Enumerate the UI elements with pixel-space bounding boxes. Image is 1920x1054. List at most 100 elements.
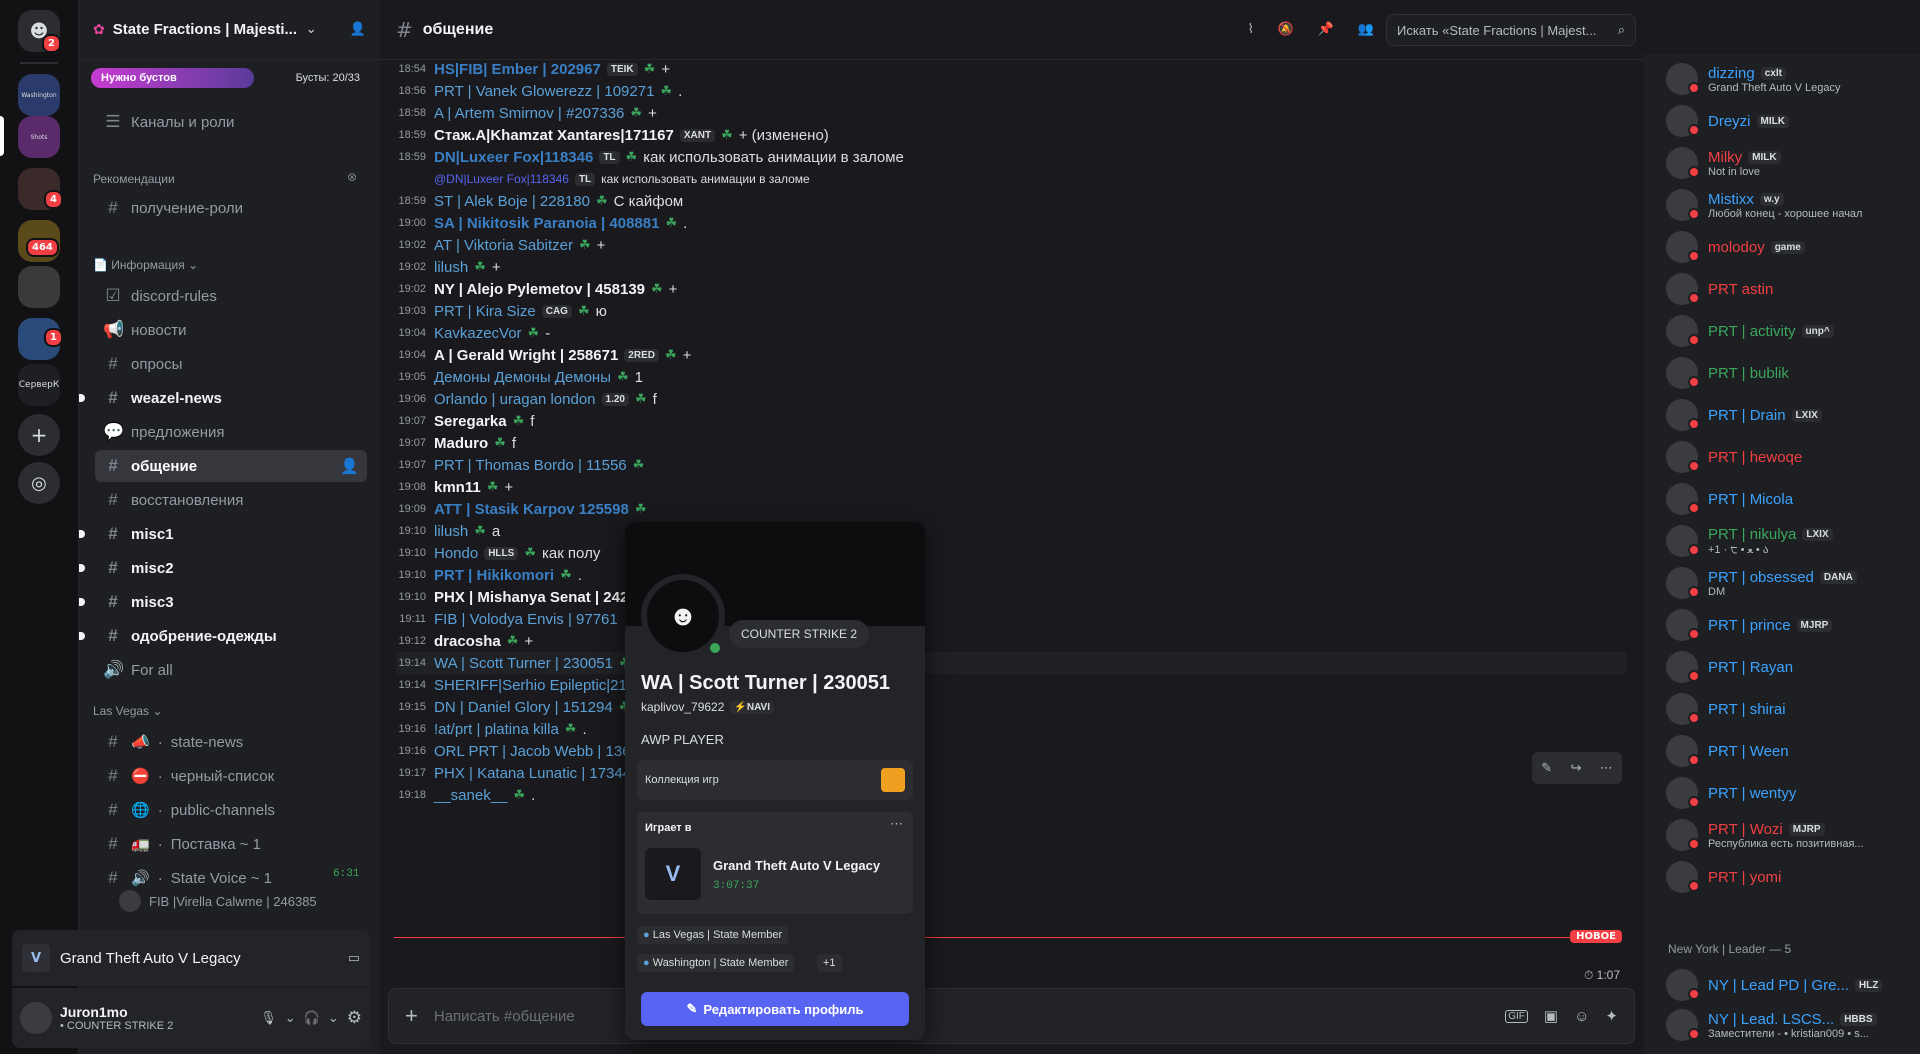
- member-item[interactable]: NY | Lead. LSCS... HBBS Заместители - • kr…: [1666, 1004, 1906, 1046]
- more-roles[interactable]: +1: [817, 954, 842, 972]
- member-item[interactable]: molodoy game: [1666, 226, 1906, 268]
- author-name[interactable]: Демоны Демоны Демоны: [434, 369, 611, 386]
- channel-item[interactable]: # weazel-news: [95, 382, 367, 414]
- channels-and-roles[interactable]: ☰ Каналы и роли: [95, 106, 367, 138]
- author-name[interactable]: PHX | Mishanya Senat | 2423: [434, 589, 637, 606]
- reply-preview[interactable]: @DN|Luxeer Fox|118346 TL как использовать …: [396, 168, 810, 190]
- message-row[interactable]: 19:10 lilush ☘ a: [396, 520, 500, 542]
- game-collection[interactable]: Коллекция игр: [637, 760, 913, 800]
- author-name[interactable]: A | Artem Smirnov | #207336: [434, 105, 624, 122]
- message-row[interactable]: 18:59 DN|Luxeer Fox|118346 TL ☘ как использо…: [396, 146, 903, 168]
- gif-icon[interactable]: GIF: [1505, 1009, 1528, 1023]
- message-row[interactable]: 19:05 Демоны Демоны Демоны ☘ 1: [396, 366, 643, 388]
- message-row[interactable]: 18:58 A | Artem Smirnov | #207336 ☘ +: [396, 102, 656, 124]
- channel-item[interactable]: # одобрение-одежды: [95, 620, 367, 652]
- channel-item[interactable]: # 📣 · state-news: [95, 726, 367, 758]
- author-name[interactable]: ATT | Stasik Karpov 125598: [434, 501, 629, 518]
- channel-item[interactable]: # 🚛 · Поставка ~ 1: [95, 828, 367, 860]
- member-item[interactable]: PRT | yomi: [1666, 856, 1906, 898]
- clan-tag[interactable]: HLLS: [484, 546, 519, 560]
- message-row[interactable]: 19:10PHX | Mishanya Senat | 2423☘: [396, 586, 660, 608]
- message-row[interactable]: 18:59 ST | Alek Boje | 228180 ☘ С кайфом: [396, 190, 683, 212]
- pin-icon[interactable]: 📌: [1318, 22, 1334, 37]
- channel-item[interactable]: 💬 предложения: [95, 416, 367, 448]
- message-row[interactable]: 19:15DN | Daniel Glory | 151294☘: [396, 696, 636, 718]
- activity-panel[interactable]: V Grand Theft Auto V Legacy ▭: [12, 930, 370, 986]
- forward-icon[interactable]: ↪: [1570, 761, 1581, 776]
- message-row[interactable]: 19:07 Maduro ☘ f: [396, 432, 516, 454]
- member-item[interactable]: dizzing cxlt Grand Theft Auto V Legacy: [1666, 58, 1906, 100]
- message-row[interactable]: 19:07 Seregarka ☘ f: [396, 410, 534, 432]
- member-item[interactable]: PRT | Micola: [1666, 478, 1906, 520]
- author-name[interactable]: PRT | Kira Size: [434, 303, 536, 320]
- clan-tag[interactable]: 1.20: [601, 392, 629, 406]
- apps-icon[interactable]: ✦: [1605, 1007, 1618, 1025]
- channel-item[interactable]: # ⛔ · черный-список: [95, 760, 367, 792]
- clan-tag[interactable]: ⚡NAVI: [730, 700, 775, 714]
- role-chip[interactable]: ● Las Vegas | State Member: [637, 926, 789, 944]
- boost-progress[interactable]: Нужно бустов Бусты: 20/33: [91, 66, 368, 90]
- clan-tag[interactable]: 2RED: [624, 348, 659, 362]
- author-name[interactable]: Orlando | uragan london: [434, 391, 596, 408]
- author-name[interactable]: Стаж.A|Khamzat Xantares|171167: [434, 127, 674, 144]
- message-row[interactable]: 19:16ORL PRT | Jacob Webb | 136☘: [396, 740, 654, 762]
- author-name[interactable]: ST | Alek Boje | 228180: [434, 193, 590, 210]
- author-name[interactable]: WA | Scott Turner | 230051: [434, 655, 613, 672]
- author-name[interactable]: Hondo: [434, 545, 478, 562]
- message-row[interactable]: 19:04 A | Gerald Wright | 258671 2RED ☘ +: [396, 344, 691, 366]
- member-item[interactable]: Milky MILK Not in love: [1666, 142, 1906, 184]
- playing-card[interactable]: Играет в ⋯ V Grand Theft Auto V Legacy 3…: [637, 812, 913, 914]
- message-row[interactable]: 19:00 SA | Nikitosik Paranoia | 408881 ☘.: [396, 212, 687, 234]
- clan-tag[interactable]: TL: [599, 150, 620, 164]
- channel-item[interactable]: 🔊 For all: [95, 654, 367, 686]
- author-name[interactable]: HS|FIB| Ember | 202967: [434, 61, 601, 78]
- author-name[interactable]: DN|Luxeer Fox|118346: [434, 149, 593, 166]
- author-name[interactable]: NY | Alejo Pylemetov | 458139: [434, 281, 645, 298]
- role-chip[interactable]: ● Washington | State Member: [637, 954, 795, 972]
- members-icon[interactable]: 👥: [1358, 22, 1374, 37]
- message-composer[interactable]: + Написать #общение GIF ▣ ☺ ✦: [388, 988, 1635, 1044]
- user-avatar[interactable]: [20, 1002, 52, 1034]
- more-icon[interactable]: ⋯: [890, 816, 903, 832]
- category-las-vegas[interactable]: Las Vegas ⌄: [93, 704, 162, 718]
- message-input[interactable]: Написать #общение: [434, 1008, 575, 1025]
- member-item[interactable]: PRT | Wozi MJRP Республика есть позитивная…: [1666, 814, 1906, 856]
- author-name[interactable]: lilush: [434, 259, 468, 276]
- clan-tag[interactable]: TL: [574, 172, 596, 186]
- member-item[interactable]: PRT | Drain LXIX: [1666, 394, 1906, 436]
- server-washington[interactable]: Washington: [18, 74, 60, 116]
- category-recommendations[interactable]: Рекомендации: [93, 172, 175, 186]
- member-item[interactable]: PRT | wentyy: [1666, 772, 1906, 814]
- channel-item[interactable]: # misc2: [95, 552, 367, 584]
- author-name[interactable]: KavkazecVor: [434, 325, 522, 342]
- discover-button[interactable]: ◎: [18, 462, 60, 504]
- message-row[interactable]: 19:03 PRT | Kira Size CAG ☘ ю: [396, 300, 606, 322]
- channel-item[interactable]: # опросы: [95, 348, 367, 380]
- message-row[interactable]: 19:08 kmn11 ☘ +: [396, 476, 513, 498]
- channel-item[interactable]: 📢 новости: [95, 314, 367, 346]
- member-item[interactable]: PRT | Rayan: [1666, 646, 1906, 688]
- chevron-down-icon[interactable]: ⌄: [306, 22, 317, 37]
- chevron-down-icon[interactable]: ⌄: [328, 1011, 339, 1026]
- sticker-icon[interactable]: ▣: [1544, 1007, 1558, 1025]
- author-name[interactable]: SHERIFF|Serhio Epileptic|21: [434, 677, 627, 694]
- author-name[interactable]: PRT | Thomas Bordo | 11556: [434, 457, 627, 474]
- message-row[interactable]: 19:02 lilush ☘ +: [396, 256, 500, 278]
- mute-icon[interactable]: 🔕: [1278, 22, 1294, 37]
- chevron-down-icon[interactable]: ⌄: [285, 1011, 296, 1026]
- member-item[interactable]: PRT | obsessed DANA DM: [1666, 562, 1906, 604]
- author-name[interactable]: PHX | Katana Lunatic | 17344: [434, 765, 631, 782]
- member-item[interactable]: PRT | prince MJRP: [1666, 604, 1906, 646]
- author-name[interactable]: ORL PRT | Jacob Webb | 136: [434, 743, 631, 760]
- message-row[interactable]: 19:16 !at/prt | platina killa ☘.: [396, 718, 586, 740]
- author-name[interactable]: dracosha: [434, 633, 501, 650]
- member-item[interactable]: PRT | shirai: [1666, 688, 1906, 730]
- clan-tag[interactable]: TEIK: [606, 62, 638, 76]
- author-name[interactable]: FIB | Volodya Envis | 97761: [434, 611, 618, 628]
- message-row[interactable]: 18:59 Стаж.A|Khamzat Xantares|171167 XANT ☘…: [396, 124, 828, 146]
- author-name[interactable]: Seregarka: [434, 413, 507, 430]
- close-icon[interactable]: ⊗: [347, 170, 357, 184]
- message-row[interactable]: 19:14SHERIFF|Serhio Epileptic|21☘: [396, 674, 651, 696]
- message-row[interactable]: 19:09 ATT | Stasik Karpov 125598 ☘: [396, 498, 653, 520]
- category-info[interactable]: 📄 Информация ⌄: [93, 258, 198, 272]
